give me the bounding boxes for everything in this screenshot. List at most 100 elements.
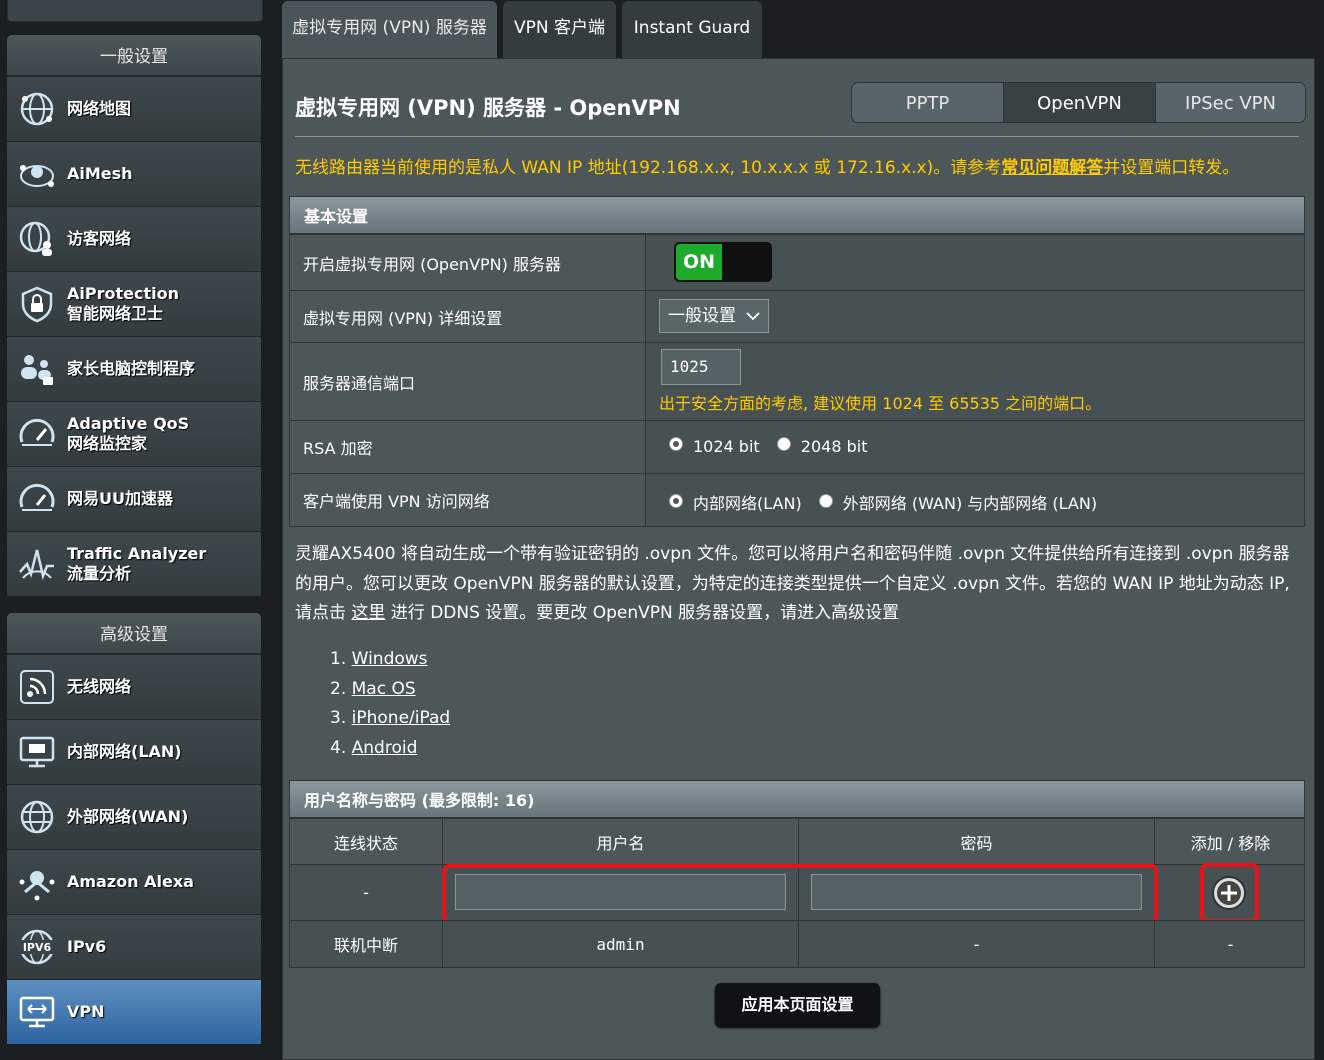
sidebar-item-label: 访客网络 <box>67 229 132 248</box>
list-item: 2. Mac OS <box>330 678 416 699</box>
sidebar-general-group: 一般设置 网络地图 AiMesh 访客网络 AiProtection 智能网络卫… <box>7 35 261 596</box>
sidebar-item-parental-control[interactable]: 家长电脑控制程序 <box>7 336 261 401</box>
gauge-icon <box>19 419 55 446</box>
users-column-header-row: 连线状态 用户名 密码 添加 / 移除 <box>289 818 1305 865</box>
table-row: 联机中断 admin - - <box>289 920 1305 968</box>
openvpn-description: 灵耀AX5400 将自动生成一个带有验证密钥的 .ovpn 文件。您可以将用户名… <box>295 544 1290 623</box>
page-title: 虚拟专用网 (VPN) 服务器 - OpenVPN <box>295 96 681 120</box>
detail-settings-label: 虚拟专用网 (VPN) 详细设置 <box>290 291 646 342</box>
vpn-monitor-icon <box>19 996 55 1028</box>
sidebar-item-lan[interactable]: 内部网络(LAN) <box>7 719 261 784</box>
ipv6-globe-icon: IPV6 <box>19 929 55 965</box>
access-lan-radio[interactable] <box>669 494 683 508</box>
rsa-row: RSA 加密 1024 bit 2048 bit <box>289 420 1305 474</box>
sidebar-general-header: 一般设置 <box>7 35 261 76</box>
sidebar-item-aimesh[interactable]: AiMesh <box>7 141 261 206</box>
server-port-label: 服务器通信端口 <box>290 343 646 420</box>
rsa-1024-radio[interactable] <box>669 437 683 451</box>
apply-settings-button[interactable]: 应用本页面设置 <box>715 983 880 1027</box>
access-wan-lan-radio[interactable] <box>818 494 833 508</box>
client-access-label: 客户端使用 VPN 访问网络 <box>290 474 646 526</box>
sidebar-item-label: 无线网络 <box>67 677 132 696</box>
detail-settings-select[interactable]: 一般设置 <box>659 299 769 333</box>
windows-link[interactable]: Windows <box>352 649 428 669</box>
list-item: 4. Android <box>330 737 418 758</box>
protocol-pptp-button[interactable]: PPTP <box>851 82 1004 123</box>
chevron-down-icon <box>746 312 760 321</box>
sidebar-item-label: AiMesh <box>67 164 133 183</box>
sidebar-item-label: 网易UU加速器 <box>67 489 173 508</box>
sidebar-item-ipv6[interactable]: IPV6 IPv6 <box>7 914 261 979</box>
sidebar-item-uu-booster[interactable]: 网易UU加速器 <box>7 466 261 531</box>
sidebar-item-guest-network[interactable]: 访客网络 <box>7 206 261 271</box>
sidebar-advanced-group: 高级设置 无线网络 内部网络(LAN) 外部网络(WAN) Amazon Ale… <box>7 613 261 1044</box>
server-port-input[interactable]: 1025 <box>661 349 741 385</box>
title-divider <box>295 136 1299 137</box>
server-toggle[interactable]: ON <box>674 242 772 282</box>
sidebar-item-label: 网络地图 <box>67 99 132 118</box>
sidebar-item-label: AiProtection 智能网络卫士 <box>67 284 179 323</box>
android-link[interactable]: Android <box>352 738 418 758</box>
rsa-label: RSA 加密 <box>290 421 646 473</box>
user-action-cell: - <box>1227 934 1234 954</box>
sidebar-item-wireless[interactable]: 无线网络 <box>7 654 261 719</box>
sidebar-item-label: 家长电脑控制程序 <box>67 359 196 378</box>
enable-server-label: 开启虚拟专用网 (OpenVPN) 服务器 <box>290 235 646 290</box>
parental-control-icon <box>21 355 53 385</box>
speed-gauge-icon <box>19 484 55 511</box>
rsa-options: 1024 bit 2048 bit <box>669 437 867 456</box>
sidebar-item-traffic-analyzer[interactable]: Traffic Analyzer 流量分析 <box>7 531 261 596</box>
col-action-header: 添加 / 移除 <box>1190 833 1271 853</box>
user-username-cell: admin <box>443 921 799 967</box>
access-wan-lan-label: 外部网络 (WAN) 与内部网络 (LAN) <box>842 494 1098 513</box>
ddns-link[interactable]: 这里 <box>351 603 385 623</box>
new-user-status: - <box>290 865 443 920</box>
alexa-icon <box>19 871 55 901</box>
sidebar-item-wan[interactable]: 外部网络(WAN) <box>7 784 261 849</box>
svg-text:IPV6: IPV6 <box>23 941 52 954</box>
shield-lock-icon <box>21 286 53 323</box>
protocol-ipsec-button[interactable]: IPSec VPN <box>1155 82 1306 123</box>
users-table-header: 用户名称与密码 (最多限制: 16) <box>289 780 1305 818</box>
col-password-header: 密码 <box>799 819 1155 864</box>
sidebar-advanced-header: 高级设置 <box>7 613 261 654</box>
iphone-ipad-link[interactable]: iPhone/iPad <box>352 708 451 728</box>
traffic-wave-icon <box>19 549 54 581</box>
sidebar-item-label: IPv6 <box>67 937 107 956</box>
server-port-row: 服务器通信端口 1025 出于安全方面的考虑, 建议使用 1024 至 6553… <box>289 342 1305 421</box>
detail-settings-row: 虚拟专用网 (VPN) 详细设置 一般设置 <box>289 290 1305 343</box>
col-username-header: 用户名 <box>443 819 799 864</box>
basic-settings-header: 基本设置 <box>289 196 1305 234</box>
highlight-credentials-box <box>442 864 1158 924</box>
enable-server-row: 开启虚拟专用网 (OpenVPN) 服务器 ON <box>289 234 1305 291</box>
client-access-options: 内部网络(LAN) 外部网络 (WAN) 与内部网络 (LAN) <box>669 490 1097 514</box>
tab-vpn-client[interactable]: VPN 客户端 <box>503 1 616 59</box>
ovpn-os-list: 1. Windows 2. Mac OS 3. iPhone/iPad 4. A… <box>330 645 450 763</box>
client-access-row: 客户端使用 VPN 访问网络 内部网络(LAN) 外部网络 (WAN) 与内部网… <box>289 473 1305 527</box>
wifi-icon <box>20 670 54 704</box>
sidebar-item-adaptive-qos[interactable]: Adaptive QoS 网络监控家 <box>7 401 261 466</box>
sidebar-item-alexa[interactable]: Amazon Alexa <box>7 849 261 914</box>
user-status-cell: 联机中断 <box>290 921 443 967</box>
sidebar-item-aiprotection[interactable]: AiProtection 智能网络卫士 <box>7 271 261 336</box>
sidebar-item-vpn[interactable]: VPN <box>7 979 261 1044</box>
tab-vpn-server[interactable]: 虚拟专用网 (VPN) 服务器 <box>282 1 497 59</box>
rsa-2048-label: 2048 bit <box>800 437 868 456</box>
macos-link[interactable]: Mac OS <box>352 679 416 699</box>
sidebar-item-network-map[interactable]: 网络地图 <box>7 76 261 141</box>
faq-link[interactable]: 常见问题解答 <box>1001 158 1103 178</box>
toggle-on-label: ON <box>676 244 722 280</box>
server-port-hint: 出于安全方面的考虑, 建议使用 1024 至 65535 之间的端口。 <box>659 394 1102 413</box>
globe-network-icon <box>20 92 54 126</box>
protocol-openvpn-button[interactable]: OpenVPN <box>1003 82 1156 123</box>
tab-instant-guard[interactable]: Instant Guard <box>622 1 762 59</box>
col-status-header: 连线状态 <box>290 819 443 864</box>
user-password-cell: - <box>799 921 1155 967</box>
lan-monitor-icon <box>19 736 55 768</box>
wan-ip-notice: 无线路由器当前使用的是私人 WAN IP 地址(192.168.x.x, 10.… <box>295 158 1240 178</box>
guest-network-icon <box>19 221 52 256</box>
rsa-1024-label: 1024 bit <box>693 437 760 456</box>
sidebar-item-label: 内部网络(LAN) <box>67 742 182 761</box>
sidebar-item-label: 外部网络(WAN) <box>67 807 189 826</box>
rsa-2048-radio[interactable] <box>776 437 791 451</box>
